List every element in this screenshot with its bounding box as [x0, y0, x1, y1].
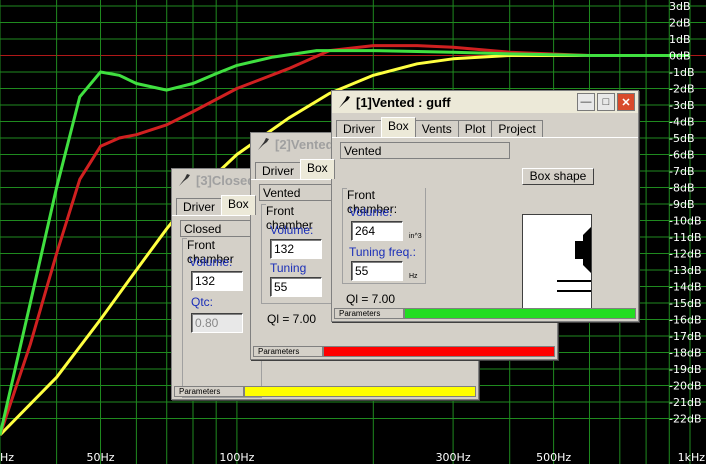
ql-readout: Ql = 7.00: [267, 312, 317, 326]
tuning-input[interactable]: 55: [351, 261, 403, 281]
hz-tick-label: 1kHz: [678, 451, 706, 464]
tab-vents[interactable]: Vents: [414, 120, 459, 137]
db-tick-label: -22dB: [669, 413, 702, 426]
tuning-input[interactable]: 55: [270, 277, 322, 297]
volume-input[interactable]: 264: [351, 221, 403, 241]
tab-box[interactable]: Box: [221, 195, 256, 215]
parameters-status-tab[interactable]: Parameters: [334, 308, 404, 319]
close-icon[interactable]: ✕: [617, 93, 635, 111]
volume-unit: in^3: [409, 233, 422, 240]
tab-driver[interactable]: Driver: [336, 120, 382, 137]
window-titlebar[interactable]: [1]Vented : guff — □ ✕: [332, 91, 638, 113]
window-title: [2]Vented: [275, 136, 334, 152]
status-color-bar: [244, 386, 476, 397]
parameters-status-tab[interactable]: Parameters: [174, 386, 244, 397]
speaker-box-icon: [557, 227, 591, 292]
hz-tick-label: 300Hz: [436, 451, 471, 464]
volume-label: Volume:: [349, 205, 393, 219]
box-shape-preview: [522, 214, 592, 310]
db-tick-label: -12dB: [669, 248, 702, 261]
hz-tick-label: 100Hz: [219, 451, 254, 464]
box-type-select[interactable]: Vented: [340, 142, 510, 159]
hz-tick-label: Hz: [0, 451, 14, 464]
hz-tick-label: 50Hz: [86, 451, 114, 464]
tab-driver[interactable]: Driver: [255, 162, 301, 179]
db-tick-label: -14dB: [669, 281, 702, 294]
window-title: [3]Closed: [196, 172, 256, 188]
tuning-label: Tuning freq.:: [349, 245, 416, 259]
status-bar: Parameters: [253, 346, 555, 357]
window-title: [1]Vented : guff: [356, 94, 451, 110]
db-tick-label: -9dB: [669, 198, 695, 211]
db-tick-label: 2dB: [669, 17, 691, 30]
db-tick-label: -10dB: [669, 215, 702, 228]
db-tick-label: -20dB: [669, 380, 702, 393]
box-shape-button[interactable]: Box shape: [522, 168, 594, 185]
db-tick-label: -21dB: [669, 396, 702, 409]
ql-readout: Ql = 7.00: [346, 292, 396, 306]
status-bar: Parameters: [334, 308, 636, 319]
tab-project[interactable]: Project: [491, 120, 543, 137]
front-chamber-group: Front chamber: Volume: 264 in^3 Tuning f…: [342, 188, 426, 284]
minimize-icon[interactable]: —: [577, 93, 595, 111]
front-chamber-group: Front chamber Volume: 132 Tuning freq.: …: [261, 204, 333, 304]
db-tick-label: -15dB: [669, 297, 702, 310]
db-tick-label: -3dB: [669, 99, 695, 112]
db-tick-label: 0dB: [669, 50, 691, 63]
status-color-bar: [404, 308, 636, 319]
db-tick-label: -2dB: [669, 83, 695, 96]
status-bar: Parameters: [174, 386, 476, 397]
db-tick-label: -17dB: [669, 330, 702, 343]
tab-plot[interactable]: Plot: [457, 120, 493, 137]
volume-label: Volume:: [270, 223, 314, 237]
db-tick-label: -8dB: [669, 182, 695, 195]
tab-driver[interactable]: Driver: [176, 198, 222, 215]
db-tick-label: -1dB: [669, 66, 695, 79]
qtc-input: 0.80: [191, 313, 243, 333]
db-axis-labels: 3dB 2dB 1dB 0dB -1dB -2dB -3dB -4dB -5dB -6dB -7dB…: [669, 0, 702, 426]
hz-axis-labels: Hz 50Hz 100Hz 300Hz 500Hz 1kHz: [0, 451, 705, 464]
window-controls: — □ ✕: [577, 93, 635, 111]
tab-box[interactable]: Box: [381, 117, 416, 137]
db-tick-label: -16dB: [669, 314, 702, 327]
tab-box[interactable]: Box: [300, 159, 335, 179]
window-vented-1[interactable]: [1]Vented : guff — □ ✕ Driver Box Vents …: [331, 90, 639, 322]
speaker-wrench-icon: [339, 96, 350, 108]
db-tick-label: -6dB: [669, 149, 695, 162]
maximize-icon[interactable]: □: [597, 93, 615, 111]
qtc-label: Qtc:: [191, 295, 214, 309]
db-tick-label: -7dB: [669, 165, 695, 178]
db-tick-label: -13dB: [669, 264, 702, 277]
speaker-wrench-icon: [258, 138, 269, 150]
db-tick-label: -4dB: [669, 116, 695, 129]
volume-input[interactable]: 132: [270, 239, 322, 259]
parameters-status-tab[interactable]: Parameters: [253, 346, 323, 357]
tuning-unit: Hz: [409, 273, 418, 280]
hz-tick-label: 500Hz: [536, 451, 571, 464]
db-tick-label: -11dB: [669, 231, 702, 244]
volume-input[interactable]: 132: [191, 271, 243, 291]
status-color-bar: [323, 346, 555, 357]
db-tick-label: -19dB: [669, 363, 702, 376]
db-tick-label: -18dB: [669, 347, 702, 360]
db-tick-label: 1dB: [669, 33, 691, 46]
tab-bar: Driver Box Vents Plot Project: [332, 115, 638, 138]
db-tick-label: 3dB: [669, 0, 691, 13]
db-tick-label: -5dB: [669, 132, 695, 145]
volume-label: Volume:: [189, 255, 233, 269]
speaker-wrench-icon: [179, 174, 190, 186]
